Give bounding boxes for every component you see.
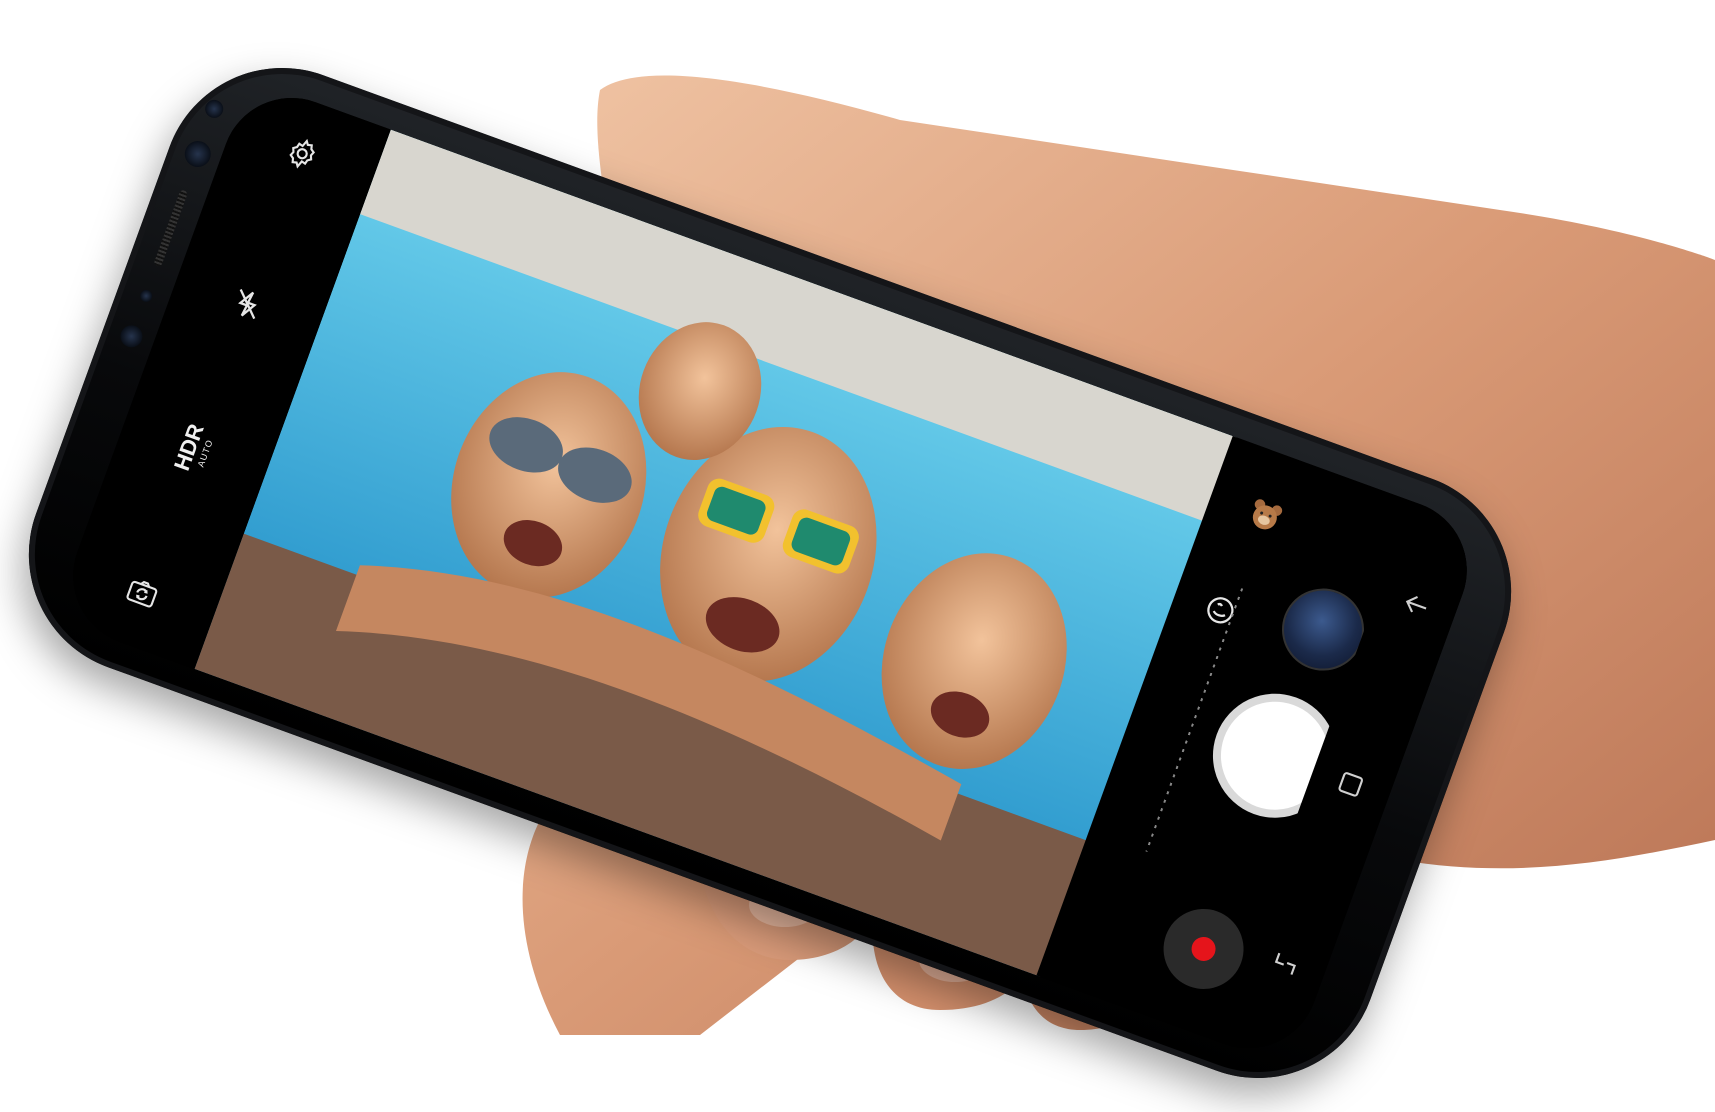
proximity-sensor xyxy=(138,288,154,304)
flash-off-icon xyxy=(237,289,257,320)
record-dot xyxy=(1188,933,1219,965)
iris-camera xyxy=(117,322,146,351)
flash-button[interactable] xyxy=(218,275,277,334)
sticker-button[interactable] xyxy=(1241,493,1289,544)
earpiece-speaker xyxy=(153,189,189,268)
home-icon xyxy=(1338,772,1364,797)
back-icon xyxy=(1405,595,1427,613)
nav-recents-button[interactable] xyxy=(1256,935,1315,994)
nav-home-button[interactable] xyxy=(1321,755,1380,814)
hdr-toggle[interactable]: HDR AUTO xyxy=(169,420,218,477)
switch-camera-icon xyxy=(126,580,158,608)
settings-button[interactable] xyxy=(273,124,332,183)
switch-camera-button[interactable] xyxy=(113,564,172,623)
bear-sticker-icon xyxy=(1252,499,1283,530)
bixby-vision-icon xyxy=(1207,597,1234,624)
front-camera xyxy=(181,137,215,171)
bixby-vision-button[interactable] xyxy=(1196,587,1244,638)
nav-back-button[interactable] xyxy=(1387,575,1446,634)
iris-sensor xyxy=(202,97,226,121)
gear-icon xyxy=(289,138,316,169)
recent-apps-icon xyxy=(1274,953,1296,976)
